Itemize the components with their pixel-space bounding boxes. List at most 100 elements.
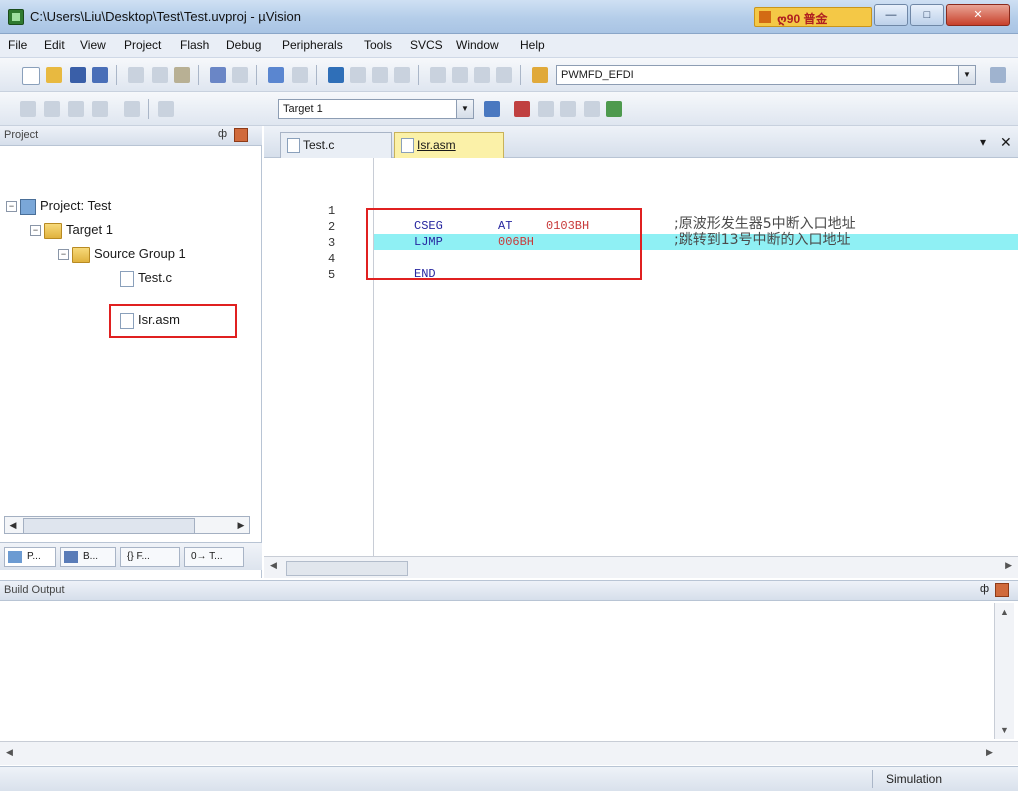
menu-help[interactable]: Help bbox=[520, 38, 545, 52]
comment-icon[interactable] bbox=[474, 67, 490, 83]
toolbar-separator bbox=[418, 65, 419, 85]
tree-horizontal-scrollbar[interactable]: ◀ ▶ bbox=[4, 516, 250, 534]
line-number: 1 bbox=[328, 204, 336, 218]
close-tab-icon[interactable]: ✕ bbox=[1000, 134, 1012, 151]
close-button[interactable]: ✕ bbox=[946, 4, 1010, 26]
tree-file-test-c[interactable]: Test.c bbox=[120, 268, 172, 288]
minimize-button[interactable]: — bbox=[874, 4, 908, 26]
save-all-icon[interactable] bbox=[92, 67, 108, 83]
save-icon[interactable] bbox=[70, 67, 86, 83]
prev-bookmark-icon[interactable] bbox=[350, 67, 366, 83]
next-bookmark-icon[interactable] bbox=[372, 67, 388, 83]
build-icon[interactable] bbox=[44, 101, 60, 117]
cut-icon[interactable] bbox=[128, 67, 144, 83]
scroll-left-icon[interactable]: ◀ bbox=[6, 747, 13, 758]
manage-project-icon[interactable] bbox=[514, 101, 530, 117]
editor-tab-test-c[interactable]: Test.c bbox=[280, 132, 392, 158]
tab-list-dropdown-icon[interactable]: ▾ bbox=[980, 135, 986, 149]
project-panel-header: Project ф bbox=[0, 126, 262, 146]
undo-icon[interactable] bbox=[210, 67, 226, 83]
editor-horizontal-scrollbar[interactable]: ◀ ▶ bbox=[264, 556, 1018, 578]
scroll-thumb[interactable] bbox=[286, 561, 408, 576]
batch-build-icon[interactable] bbox=[92, 101, 108, 117]
collapse-toggle-icon[interactable]: − bbox=[58, 249, 69, 261]
menu-file[interactable]: File bbox=[8, 38, 27, 52]
select-packs-icon[interactable] bbox=[538, 101, 554, 117]
menu-tools[interactable]: Tools bbox=[364, 38, 392, 52]
indent-icon[interactable] bbox=[430, 67, 446, 83]
navigate-forward-icon[interactable] bbox=[292, 67, 308, 83]
redo-icon[interactable] bbox=[232, 67, 248, 83]
scroll-down-icon[interactable]: ▼ bbox=[1000, 725, 1009, 735]
editor-tab-isr-asm[interactable]: Isr.asm bbox=[394, 132, 504, 158]
download-icon[interactable] bbox=[158, 101, 174, 117]
scroll-up-icon[interactable]: ▲ bbox=[1000, 607, 1009, 617]
scroll-right-icon[interactable]: ▶ bbox=[986, 747, 993, 758]
build-horizontal-scrollbar[interactable]: ◀ ▶ bbox=[0, 741, 1018, 765]
find-in-files-icon[interactable] bbox=[532, 67, 548, 83]
scroll-right-icon[interactable]: ▶ bbox=[1005, 560, 1012, 571]
maximize-button[interactable]: □ bbox=[910, 4, 944, 26]
tree-project-node[interactable]: − Project: Test bbox=[6, 196, 111, 216]
close-panel-icon[interactable] bbox=[995, 583, 1009, 597]
copy-icon[interactable] bbox=[152, 67, 168, 83]
open-file-icon[interactable] bbox=[46, 67, 62, 83]
menu-view[interactable]: View bbox=[80, 38, 106, 52]
bookmark-icon[interactable] bbox=[328, 67, 344, 83]
rebuild-icon[interactable] bbox=[68, 101, 84, 117]
target-options-icon[interactable] bbox=[484, 101, 500, 117]
line-number: 2 bbox=[328, 220, 336, 234]
select-device-icon[interactable] bbox=[584, 101, 600, 117]
uvision-app-icon[interactable] bbox=[8, 9, 24, 25]
stop-build-icon[interactable] bbox=[124, 101, 140, 117]
build-toolbar: Target 1 ▼ bbox=[0, 92, 1018, 126]
build-vertical-scrollbar[interactable]: ▲ ▼ bbox=[994, 603, 1014, 739]
collapse-toggle-icon[interactable]: − bbox=[30, 225, 41, 237]
close-panel-icon[interactable] bbox=[234, 128, 248, 142]
tab-books[interactable]: B... bbox=[60, 547, 116, 567]
menu-flash[interactable]: Flash bbox=[180, 38, 209, 52]
tree-target-node[interactable]: − Target 1 bbox=[30, 220, 113, 240]
clear-bookmarks-icon[interactable] bbox=[394, 67, 410, 83]
menu-peripherals[interactable]: Peripherals bbox=[282, 38, 343, 52]
menu-window[interactable]: Window bbox=[456, 38, 499, 52]
build-output-panel: Build Output ф ▲ ▼ ◀ ▶ bbox=[0, 580, 1018, 766]
translate-icon[interactable] bbox=[20, 101, 36, 117]
pin-icon[interactable]: ф bbox=[218, 128, 227, 140]
unindent-icon[interactable] bbox=[452, 67, 468, 83]
manage-rte-icon[interactable] bbox=[560, 101, 576, 117]
menu-svcs[interactable]: SVCS bbox=[410, 38, 443, 52]
collapse-toggle-icon[interactable]: − bbox=[6, 201, 17, 213]
chevron-down-icon[interactable]: ▼ bbox=[958, 66, 975, 84]
toolbar-separator bbox=[148, 99, 149, 119]
find-icon[interactable] bbox=[990, 67, 1006, 83]
chevron-down-icon[interactable]: ▼ bbox=[456, 100, 473, 118]
menu-project[interactable]: Project bbox=[124, 38, 161, 52]
menu-debug[interactable]: Debug bbox=[226, 38, 261, 52]
asm-file-icon bbox=[401, 138, 414, 153]
navigate-back-icon[interactable] bbox=[268, 67, 284, 83]
new-file-icon[interactable] bbox=[22, 67, 40, 85]
tab-project[interactable]: P... bbox=[4, 547, 56, 567]
uncomment-icon[interactable] bbox=[496, 67, 512, 83]
menu-edit[interactable]: Edit bbox=[44, 38, 65, 52]
tab-templates[interactable]: 0→ T... bbox=[184, 547, 244, 567]
scroll-left-icon[interactable]: ◀ bbox=[270, 560, 277, 571]
tree-group-node[interactable]: − Source Group 1 bbox=[58, 244, 186, 264]
editor-tab-label: Isr.asm bbox=[417, 138, 456, 152]
scroll-right-icon[interactable]: ▶ bbox=[233, 517, 249, 533]
pack-installer-icon[interactable] bbox=[606, 101, 622, 117]
tray-badge: ღ90 普金 bbox=[754, 7, 872, 27]
paste-icon[interactable] bbox=[174, 67, 190, 83]
find-combo[interactable]: PWMFD_EFDI ▼ bbox=[556, 65, 976, 85]
pin-icon[interactable]: ф bbox=[980, 583, 989, 595]
file-callout-box bbox=[109, 304, 237, 338]
find-combo-value: PWMFD_EFDI bbox=[561, 69, 634, 81]
project-panel-title: Project bbox=[4, 129, 39, 141]
code-comment: ;跳转到13号中断的入口地址 bbox=[674, 232, 851, 248]
target-combo[interactable]: Target 1 ▼ bbox=[278, 99, 474, 119]
scroll-thumb[interactable] bbox=[23, 518, 195, 534]
scroll-left-icon[interactable]: ◀ bbox=[5, 517, 21, 533]
tab-project-label: P... bbox=[27, 551, 41, 562]
tab-functions[interactable]: {} F... bbox=[120, 547, 180, 567]
